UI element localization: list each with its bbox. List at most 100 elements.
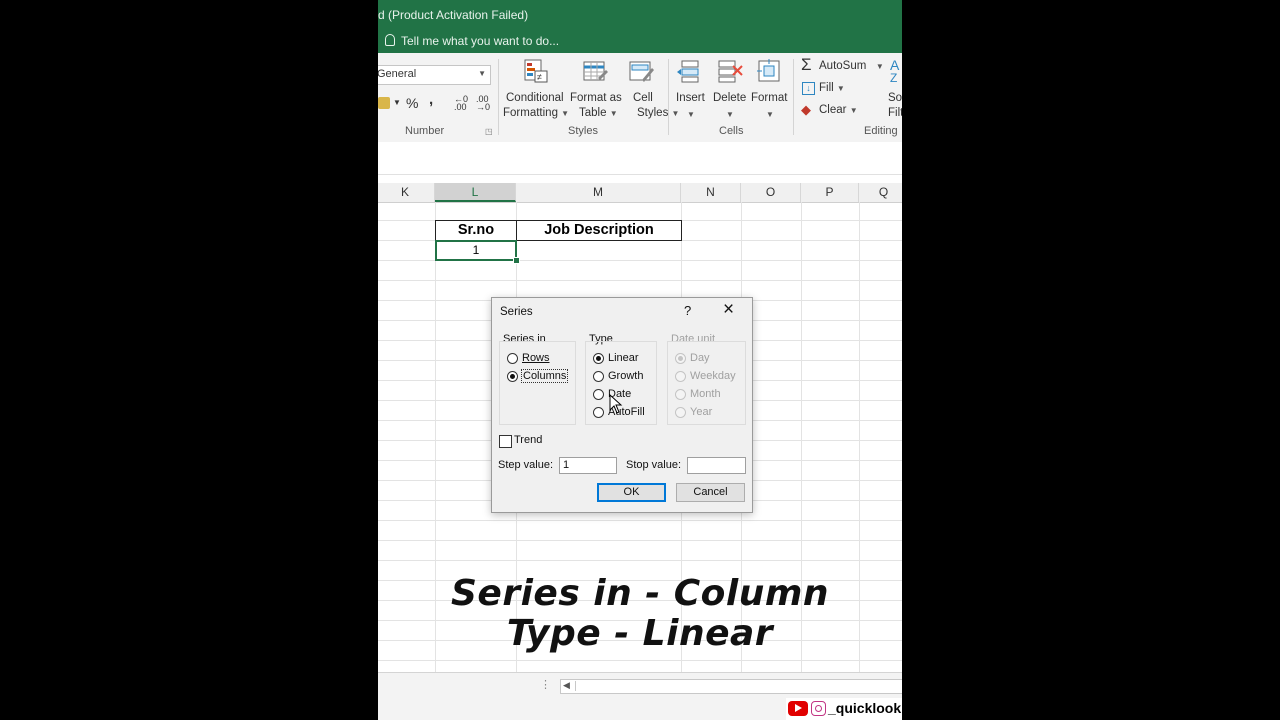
cancel-button[interactable]: Cancel (676, 483, 745, 502)
year-label: Year (690, 406, 713, 418)
number-format-dropdown[interactable]: General ▼ (378, 65, 491, 85)
year-radio[interactable] (675, 407, 686, 418)
month-label: Month (690, 388, 721, 400)
number-group-label: Number (405, 125, 445, 137)
gridline (378, 280, 902, 281)
date-radio[interactable] (593, 389, 604, 400)
percent-style-button[interactable]: % (406, 95, 418, 111)
column-header-m[interactable]: M (516, 183, 681, 202)
close-icon[interactable]: × (723, 299, 734, 321)
columns-label[interactable]: Columns (521, 369, 569, 383)
trend-checkbox[interactable] (499, 435, 512, 448)
day-radio[interactable] (675, 353, 686, 364)
sort-filter-label-1[interactable]: Sor (888, 92, 902, 104)
format-label[interactable]: Format (751, 92, 787, 104)
watermark: _quicklook (786, 698, 902, 720)
accounting-format-icon[interactable] (378, 97, 390, 109)
column-header-q[interactable]: Q (859, 183, 902, 202)
column-header-k[interactable]: K (378, 183, 435, 202)
cell-job-description-header[interactable]: Job Description (516, 220, 682, 241)
cell-styles-icon[interactable] (628, 58, 654, 84)
stop-value-label: Stop value: (626, 459, 682, 471)
autosum-button[interactable]: AutoSum ▼ (819, 60, 884, 72)
format-as-table-icon[interactable] (582, 58, 608, 84)
fill-down-icon: ↓ (802, 82, 815, 95)
growth-label[interactable]: Growth (608, 370, 643, 382)
format-cells-icon[interactable] (756, 58, 782, 84)
trend-label[interactable]: Trend (514, 434, 542, 446)
eraser-icon: ◆ (801, 102, 811, 117)
column-header-l[interactable]: L (435, 183, 516, 202)
ok-button[interactable]: OK (597, 483, 666, 502)
editing-group-label: Editing (864, 125, 898, 137)
step-value-label: Step value: (498, 459, 554, 471)
delete-cells-icon[interactable] (717, 58, 743, 84)
day-label: Day (690, 352, 710, 364)
instagram-icon (811, 701, 826, 716)
chevron-down-icon: ▼ (687, 110, 695, 119)
fill-handle[interactable] (513, 257, 520, 264)
column-header-o[interactable]: O (741, 183, 801, 202)
caption-line-1: Series in - Column (450, 573, 830, 614)
formula-bar[interactable] (378, 142, 902, 175)
title-bar: d (Product Activation Failed) Tell me wh… (378, 0, 902, 53)
stop-value-input[interactable] (687, 457, 746, 474)
increase-decimal-icon[interactable]: ←0.00 (454, 95, 468, 112)
cell-l2-selected[interactable]: 1 (435, 240, 517, 261)
growth-radio[interactable] (593, 371, 604, 382)
insert-cells-icon[interactable] (676, 58, 702, 84)
rows-label[interactable]: Rows (522, 352, 550, 364)
scrollbar-thumb[interactable] (575, 681, 585, 691)
cell-styles-label-1[interactable]: Cell (633, 92, 653, 104)
conditional-formatting-label-1[interactable]: Conditional (506, 92, 564, 104)
format-as-table-label-2[interactable]: Table ▼ (579, 107, 618, 119)
delete-label[interactable]: Delete (713, 92, 746, 104)
sort-z-glyph: Z (890, 71, 898, 85)
gridline (378, 520, 902, 521)
conditional-formatting-icon[interactable]: ≠ (523, 58, 549, 84)
help-button[interactable]: ? (684, 303, 691, 318)
cell-srno-header[interactable]: Sr.no (435, 220, 517, 241)
conditional-formatting-label-2[interactable]: Formatting ▼ (503, 107, 569, 119)
sort-filter-label-2[interactable]: Filt (888, 107, 902, 119)
linear-label[interactable]: Linear (608, 352, 639, 364)
group-separator (793, 59, 794, 135)
horizontal-scrollbar[interactable]: ◀ (560, 679, 902, 694)
group-separator (498, 59, 499, 135)
rows-radio[interactable] (507, 353, 518, 364)
column-header-p[interactable]: P (801, 183, 859, 202)
ribbon: General ▼ ▼ % , ←0.00 .00 →0 Number ◳ ≠ C… (378, 53, 902, 143)
chevron-down-icon: ▼ (478, 69, 486, 78)
tell-me-box[interactable]: Tell me what you want to do... (385, 34, 559, 48)
linear-radio[interactable] (593, 353, 604, 364)
clear-button[interactable]: Clear ▼ (819, 104, 858, 116)
number-format-value: General (378, 68, 417, 80)
styles-group-label: Styles (568, 125, 598, 137)
mouse-cursor-icon (609, 394, 623, 414)
chevron-down-icon: ▼ (393, 98, 401, 107)
fill-button[interactable]: Fill ▼ (819, 82, 845, 94)
weekday-label: Weekday (690, 370, 736, 382)
group-separator (668, 59, 669, 135)
column-headers: K L M N O P Q (378, 183, 902, 203)
scroll-left-icon[interactable]: ◀ (563, 680, 570, 691)
gridline (378, 560, 902, 561)
splitter-handle[interactable]: ⋮ (540, 678, 551, 691)
chevron-down-icon: ▼ (726, 110, 734, 119)
decrease-decimal-icon[interactable]: .00 →0 (476, 95, 490, 112)
autofill-radio[interactable] (593, 407, 604, 418)
step-value-input[interactable]: 1 (559, 457, 617, 474)
dialog-launcher-icon[interactable]: ◳ (485, 127, 493, 136)
insert-label[interactable]: Insert (676, 92, 705, 104)
gridline (378, 540, 902, 541)
columns-radio[interactable] (507, 371, 518, 382)
month-radio[interactable] (675, 389, 686, 400)
weekday-radio[interactable] (675, 371, 686, 382)
sigma-icon: Σ (801, 55, 812, 74)
cell-styles-label-2[interactable]: Styles ▼ (637, 107, 679, 119)
format-as-table-label-1[interactable]: Format as (570, 92, 622, 104)
svg-text:≠: ≠ (537, 72, 542, 82)
comma-style-button[interactable]: , (429, 91, 433, 108)
series-dialog: Series ? × Series in Rows Columns Type L… (491, 297, 753, 513)
column-header-n[interactable]: N (681, 183, 741, 202)
